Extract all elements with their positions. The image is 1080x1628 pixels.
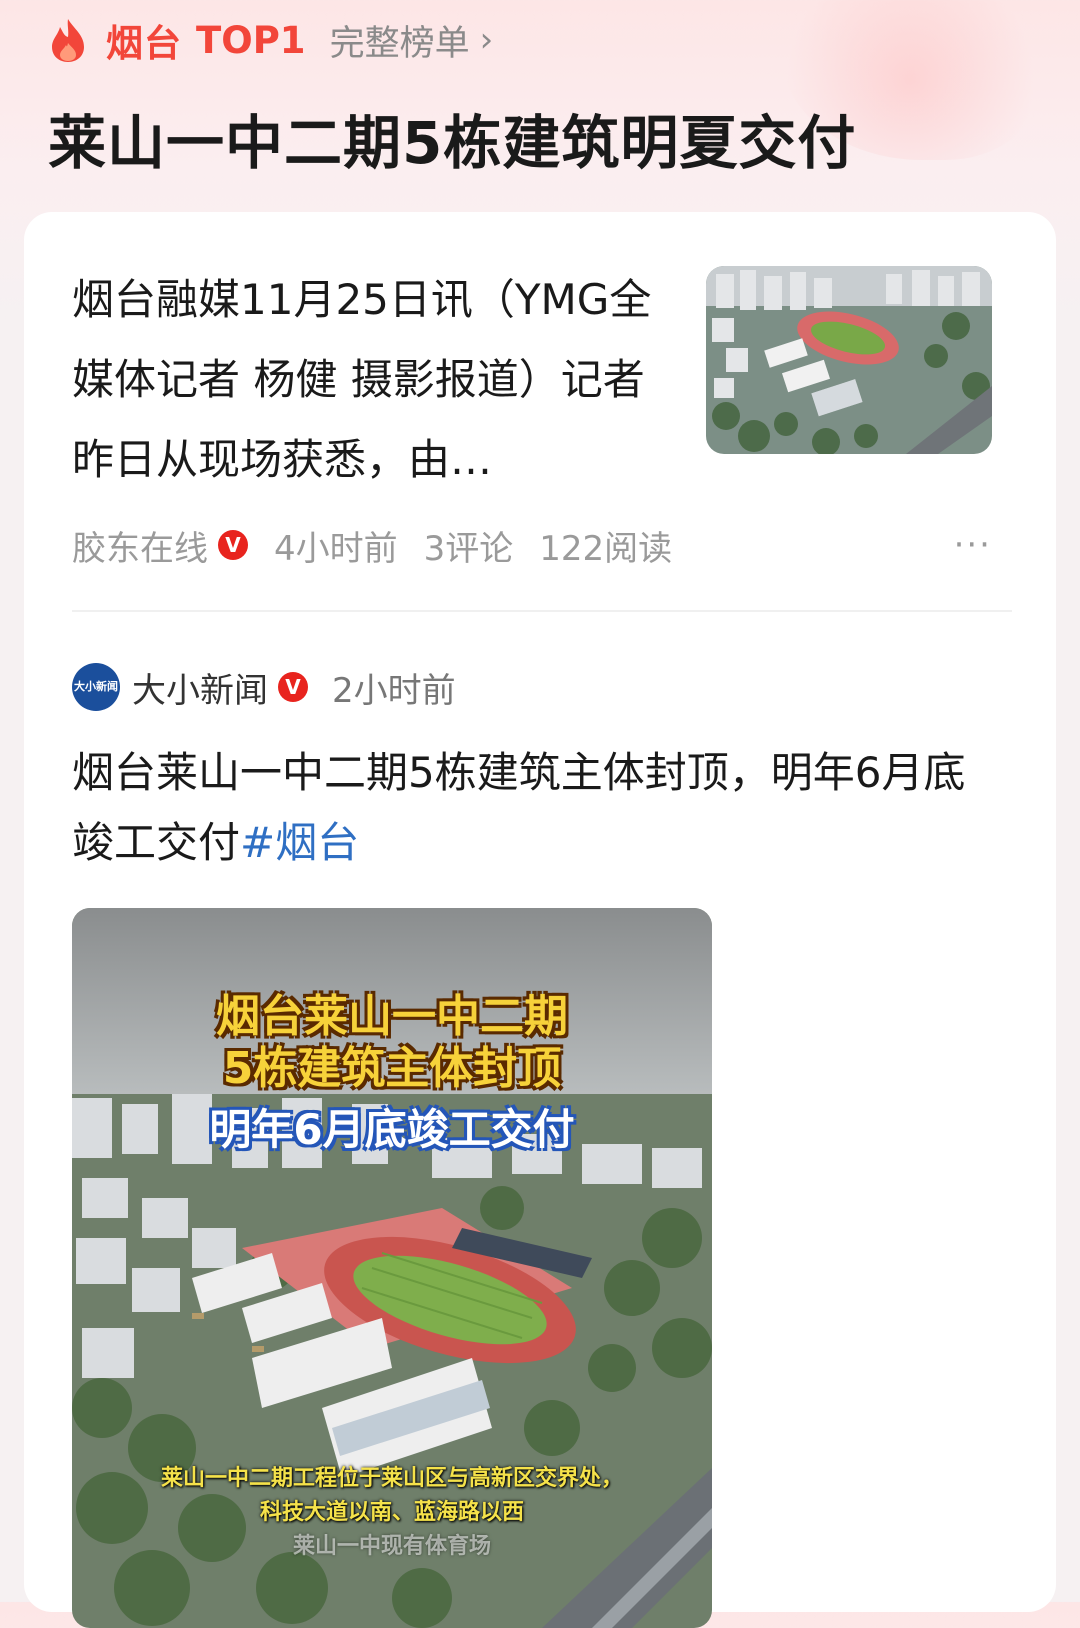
article-title-text: 烟台莱山一中二期5栋建筑主体封顶，明年6月底竣工交付 <box>72 748 966 867</box>
news-card: 烟台融媒11月25日讯（YMG全媒体记者 杨健 摄影报道）记者昨日从现场获悉，由… <box>24 212 1056 1628</box>
video-caption-line-3: 莱山一中现有体育场 <box>292 1534 491 1559</box>
source-avatar[interactable]: 大小新闻 <box>72 663 120 711</box>
read-count: 122阅读 <box>539 528 673 569</box>
verified-badge-icon: V <box>278 672 308 702</box>
video-title-line-3: 明年6月底竣工交付 <box>209 1105 575 1154</box>
divider <box>72 610 1012 612</box>
source-name[interactable]: 胶东在线 <box>72 521 208 570</box>
city-label: 烟台 <box>106 22 182 65</box>
article-item-2[interactable]: 大小新闻 大小新闻 V 2小时前 烟台莱山一中二期5栋建筑主体封顶，明年6月底竣… <box>72 662 1016 1628</box>
chevron-right-icon[interactable]: › <box>480 20 494 60</box>
verified-badge-icon: V <box>218 530 248 560</box>
source-name[interactable]: 大小新闻 <box>132 663 268 712</box>
article-meta: 胶东在线 V 4小时前 3评论 122阅读 ··· <box>72 520 992 570</box>
more-dots-icon[interactable]: ··· <box>954 525 992 565</box>
hot-list-header: 烟台 TOP1 完整榜单 › 莱山一中二期5栋建筑明夏交付 <box>48 14 1040 180</box>
comment-count[interactable]: 3评论 <box>424 521 514 570</box>
page-title: 莱山一中二期5栋建筑明夏交付 <box>48 109 857 177</box>
source-row: 大小新闻 大小新闻 V 2小时前 <box>72 662 1016 712</box>
article-title[interactable]: 烟台莱山一中二期5栋建筑主体封顶，明年6月底竣工交付#烟台 <box>72 738 992 878</box>
hashtag-link[interactable]: #烟台 <box>240 818 359 867</box>
video-caption-line-1: 莱山一中二期工程位于莱山区与高新区交界处， <box>160 1466 623 1491</box>
full-list-link[interactable]: 完整榜单 <box>330 15 470 66</box>
video-thumbnail[interactable]: 烟台莱山一中二期 5栋建筑主体封顶 明年6月底竣工交付 莱山一中二期工程位于莱山… <box>72 908 712 1628</box>
video-caption-line-2: 科技大道以南、蓝海路以西 <box>259 1500 524 1525</box>
article-thumbnail[interactable] <box>706 266 992 454</box>
rank-label: TOP1 <box>196 18 306 62</box>
hot-list-bar[interactable]: 烟台 TOP1 完整榜单 › <box>48 14 1040 66</box>
publish-time: 2小时前 <box>332 670 456 711</box>
article-summary[interactable]: 烟台融媒11月25日讯（YMG全媒体记者 杨健 摄影报道）记者昨日从现场获悉，由… <box>72 260 672 500</box>
video-title-line-2: 5栋建筑主体封顶 <box>222 1043 562 1094</box>
publish-time: 4小时前 <box>274 528 398 569</box>
fire-icon <box>48 17 88 63</box>
